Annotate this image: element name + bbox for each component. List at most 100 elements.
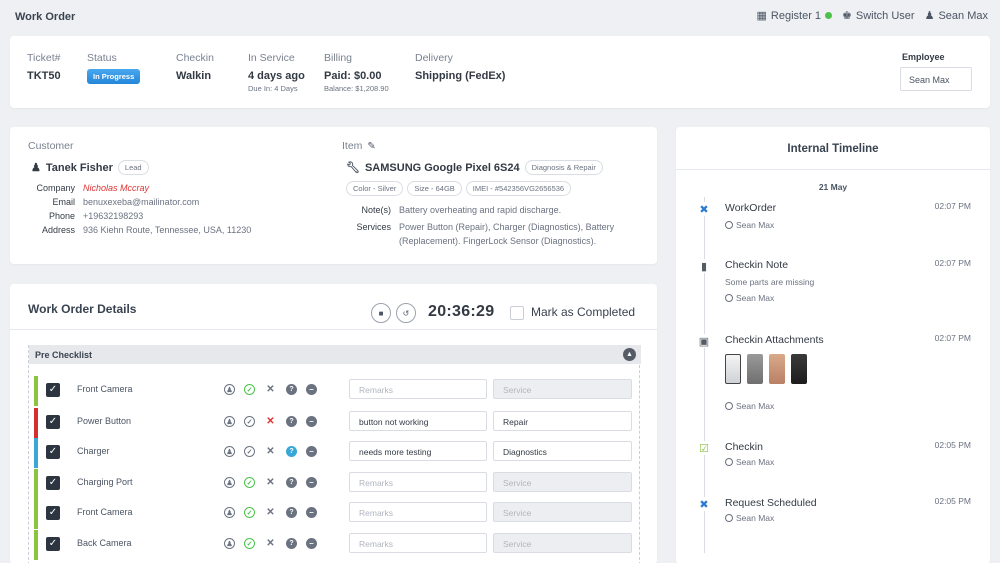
item-checkbox[interactable]: ✓ [46,383,60,397]
remarks-input[interactable]: Remarks [349,379,487,399]
attachment-thumbnail[interactable] [791,354,807,384]
reset-timer-button[interactable]: ↺ [396,303,416,323]
user-menu[interactable]: ♟ Sean Max [924,9,988,23]
question-icon[interactable]: ? [286,384,297,395]
item-checkbox[interactable]: ✓ [46,445,60,459]
check-ok-icon[interactable]: ✓ [244,446,255,457]
checklist-item-name: Power Button [77,416,132,426]
question-icon[interactable]: ? [286,538,297,549]
event-title: Checkin Note [725,259,789,271]
close-icon[interactable]: ✕ [264,476,277,489]
event-user: Sean Max [725,220,774,230]
item-name-row: 🔧︎ SAMSUNG Google Pixel 6S24 Diagnosis &… [346,160,603,175]
employee-field[interactable]: Sean Max [900,67,972,91]
service-select[interactable]: Diagnostics [493,441,632,461]
event-user-name: Sean Max [736,401,775,411]
attachment-thumbnail[interactable] [725,354,741,384]
minus-icon[interactable]: – [306,446,317,457]
remarks-input[interactable]: Remarks [349,472,487,492]
event-title: WorkOrder [725,202,777,214]
top-bar: Work Order ▦ Register 1 ♚ Switch User ♟ … [0,0,1000,34]
service-select[interactable]: Service [493,533,632,553]
status-badge[interactable]: In Progress [87,69,141,84]
minus-icon[interactable]: – [306,416,317,427]
service-select[interactable]: Service [493,379,632,399]
minus-icon[interactable]: – [306,477,317,488]
mark-completed-checkbox[interactable] [510,306,524,320]
ticket-col: Ticket# TKT50 [27,52,61,82]
user-icon: ♟ [924,10,935,22]
assign-user-icon[interactable]: ♟ [224,416,235,427]
status-bar [34,438,38,468]
check-ok-icon[interactable]: ✓ [244,507,255,518]
minus-icon[interactable]: – [306,538,317,549]
remarks-input[interactable]: needs more testing [349,441,487,461]
attachment-thumbnails [725,354,807,384]
stop-timer-button[interactable]: ■ [371,303,391,323]
chevron-up-icon[interactable]: ▲ [623,348,636,361]
status-icons: ♟ ✓ ✕? – [224,537,317,550]
item-attribute-tags: Color - Silver Size - 64GB IMEI - #54235… [346,181,572,196]
assign-user-icon[interactable]: ♟ [224,507,235,518]
item-checkbox[interactable]: ✓ [46,537,60,551]
mark-completed-label[interactable]: Mark as Completed [531,305,635,319]
minus-icon[interactable]: – [306,384,317,395]
assign-user-icon[interactable]: ♟ [224,538,235,549]
close-icon[interactable]: ✕ [264,506,277,519]
assign-user-icon[interactable]: ♟ [224,477,235,488]
check-ok-icon[interactable]: ✓ [244,416,255,427]
checklist-item-name: Front Camera [77,507,133,517]
close-icon[interactable]: ✕ [264,415,277,428]
service-select[interactable]: Service [493,502,632,522]
question-icon[interactable]: ? [286,446,297,457]
top-nav: ▦ Register 1 ♚ Switch User ♟ Sean Max [756,9,988,23]
minus-icon[interactable]: – [306,507,317,518]
user-name: Sean Max [938,9,988,22]
item-name[interactable]: SAMSUNG Google Pixel 6S24 [365,162,520,174]
close-icon[interactable]: ✕ [264,445,277,458]
checklist-title: Pre Checklist [35,350,93,360]
item-checkbox[interactable]: ✓ [46,415,60,429]
company-value[interactable]: Nicholas Mccray [83,183,149,193]
attachment-thumbnail[interactable] [769,354,785,384]
close-icon[interactable]: ✕ [264,537,277,550]
pre-checklist: Pre Checklist ▲ ✓ Front Camera ♟ ✓ ✕? – Remark… [28,345,641,563]
switch-user-button[interactable]: ♚ Switch User [842,9,915,23]
check-ok-icon[interactable]: ✓ [244,477,255,488]
event-time: 02:07 PM [934,333,971,343]
service-select[interactable]: Service [493,472,632,492]
question-icon[interactable]: ? [286,416,297,427]
checklist-row: ✓ Front Camera ♟ ✓ ✕? – Remarks Service [34,376,634,406]
attachment-thumbnail[interactable] [747,354,763,384]
delivery-value: Shipping (FedEx) [415,70,506,82]
customer-item-card: Customer ♟ Tanek Fisher Lead Company Nic… [10,127,657,264]
close-icon[interactable]: ✕ [264,383,277,396]
item-section-label: Item [342,140,363,152]
assign-user-icon[interactable]: ♟ [224,384,235,395]
status-icons: ♟ ✓ ✕? – [224,383,317,396]
remarks-input[interactable]: button not working [349,411,487,431]
event-user: Sean Max [725,513,774,523]
question-icon[interactable]: ? [286,477,297,488]
assign-user-icon[interactable]: ♟ [224,446,235,457]
check-ok-icon[interactable]: ✓ [244,384,255,395]
checklist-row: ✓ Power Button ♟ ✓ ✕? – button not working Repa… [34,408,634,438]
event-user-name: Sean Max [736,513,775,523]
timeline-title: Internal Timeline [787,143,879,155]
edit-pencil-icon[interactable]: ✎ [367,141,375,152]
register-item[interactable]: ▦ Register 1 [756,9,833,22]
item-checkbox[interactable]: ✓ [46,476,60,490]
service-select[interactable]: Repair [493,411,632,431]
status-bar [34,469,38,499]
address-value: 936 Kiehn Route, Tennessee, USA, 11230 [83,225,252,235]
question-icon[interactable]: ? [286,507,297,518]
status-col: Status In Progress [87,52,141,84]
checklist-header[interactable]: Pre Checklist ▲ [29,345,641,364]
customer-name[interactable]: Tanek Fisher [46,162,113,174]
remarks-input[interactable]: Remarks [349,533,487,553]
check-ok-icon[interactable]: ✓ [244,538,255,549]
remarks-input[interactable]: Remarks [349,502,487,522]
customer-address-row: Address 936 Kiehn Route, Tennessee, USA,… [30,225,251,235]
event-time: 02:07 PM [934,258,971,268]
item-checkbox[interactable]: ✓ [46,506,60,520]
